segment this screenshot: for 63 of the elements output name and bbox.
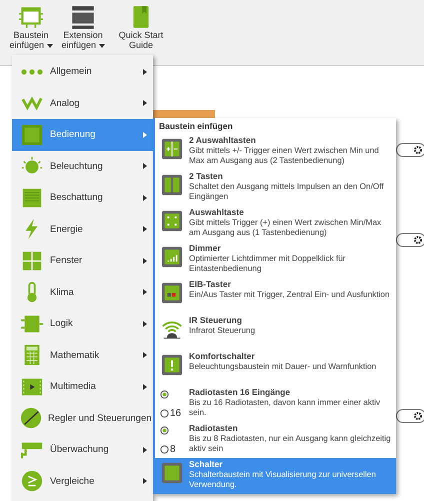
menu-item[interactable]: Analog — [12, 88, 153, 119]
gear-knob[interactable] — [396, 143, 424, 157]
submenu-item[interactable]: Komfortschalter Beleuchtungsbaustein mit Dauer- und Warnfunktion — [155, 350, 396, 386]
submenu-arrow-icon — [143, 194, 147, 201]
menu-item[interactable]: Multimedia — [12, 371, 153, 402]
plus-minus-tile-icon — [161, 138, 183, 160]
dots-icon — [21, 68, 43, 75]
submenu-arrow-icon — [143, 226, 147, 232]
two-panel-tile-icon — [161, 174, 183, 196]
submenu-arrow-icon — [143, 478, 147, 484]
radio-count: 16 — [170, 408, 182, 419]
submenu-item[interactable]: IR Steuerung Infrarot Steuerung — [155, 314, 396, 350]
toolbar-button[interactable]: Quick Start Guide — [116, 3, 166, 50]
radio-icon — [160, 445, 169, 454]
gear-icon — [414, 236, 422, 244]
radio-count: 8 — [170, 444, 176, 455]
square-icon — [21, 124, 43, 146]
menu-item[interactable]: Überwachung — [12, 434, 153, 466]
menu-item[interactable]: Fenster — [12, 245, 153, 276]
menu-item[interactable]: Regler und Steuerungen — [12, 402, 153, 434]
blinds-icon — [21, 186, 43, 209]
menu-item[interactable]: Beleuchtung — [12, 150, 153, 182]
submenu-arrow-icon — [143, 384, 147, 390]
submenu-item[interactable]: 16 Radiotasten 16 Eingänge Bis zu 16 Radiotasten, davon kann immer einer aktiv sein. — [155, 386, 396, 422]
submenu-item[interactable]: EIB-Taster Ein/Aus Taster mit Trigger, Zentral Ein- und Ausfunktion — [155, 278, 396, 314]
radio-icon — [160, 390, 169, 399]
menu-item[interactable]: Vergleiche — [12, 466, 153, 497]
toolbar-button[interactable]: Baustein einfügen — [6, 3, 56, 50]
menu-item[interactable]: Energie — [12, 214, 153, 245]
stack-icon — [70, 4, 96, 30]
submenu-item[interactable]: Dimmer Optimierter Lichtdimmer mit Doppelklick für Eintastenbedienung — [155, 242, 396, 278]
menu-item[interactable]: Beschattung — [12, 182, 153, 214]
signal-tile-icon — [161, 246, 183, 268]
submenu-arrow-icon — [143, 68, 147, 75]
gear-knob[interactable] — [396, 409, 424, 423]
submenu-arrow-icon — [143, 320, 147, 327]
submenu-item[interactable]: 8 Radiotasten Bis zu 8 Radiotasten, nur ein Ausgang kann gleichzeitig aktiv sein — [155, 422, 396, 458]
gear-icon — [414, 146, 422, 154]
toolbar-button[interactable]: Extension einfügen — [58, 3, 108, 50]
tile-icon — [161, 282, 183, 304]
submenu-arrow-icon — [143, 132, 147, 138]
gear-knob[interactable] — [396, 233, 424, 247]
greater-equal-icon — [21, 470, 43, 492]
submenu-arrow-icon — [143, 100, 147, 106]
menu-item[interactable]: Mathematik — [12, 340, 153, 371]
submenu-header: Baustein einfügen — [158, 120, 234, 133]
menu-item[interactable]: Logik — [12, 308, 153, 340]
submenu-arrow-icon — [143, 352, 147, 358]
submenu-arrow-icon — [143, 258, 147, 264]
submenu-item[interactable]: 2 Auswahltasten Gibt mittels +/- Trigger einen Wert zwischen Min und Max am Ausgang aus (2 Tastenbedienung) — [155, 134, 396, 170]
gear-icon — [414, 412, 422, 420]
submenu-item[interactable]: 2 Tasten Schaltet den Ausgang mittels Impulsen an den On/Off Eingängen — [155, 170, 396, 206]
menu-item[interactable]: Allgemein — [12, 56, 153, 88]
submenu-arrow-icon — [143, 163, 147, 170]
submenu-item[interactable]: Auswahltaste Gibt mittels Trigger (+) einen Wert zwischen Min/Max am Ausgang aus (1 Tastenbedienung) — [155, 206, 396, 242]
tile-icon — [161, 462, 183, 484]
exclamation-tile-icon — [161, 354, 183, 376]
window-icon — [21, 250, 43, 272]
dotted-tile-icon — [161, 210, 183, 232]
submenu-arrow-icon — [143, 446, 147, 453]
menu-item[interactable]: Klima — [12, 276, 153, 308]
dial-icon — [20, 407, 42, 430]
submenu-arrow-icon — [143, 289, 147, 296]
